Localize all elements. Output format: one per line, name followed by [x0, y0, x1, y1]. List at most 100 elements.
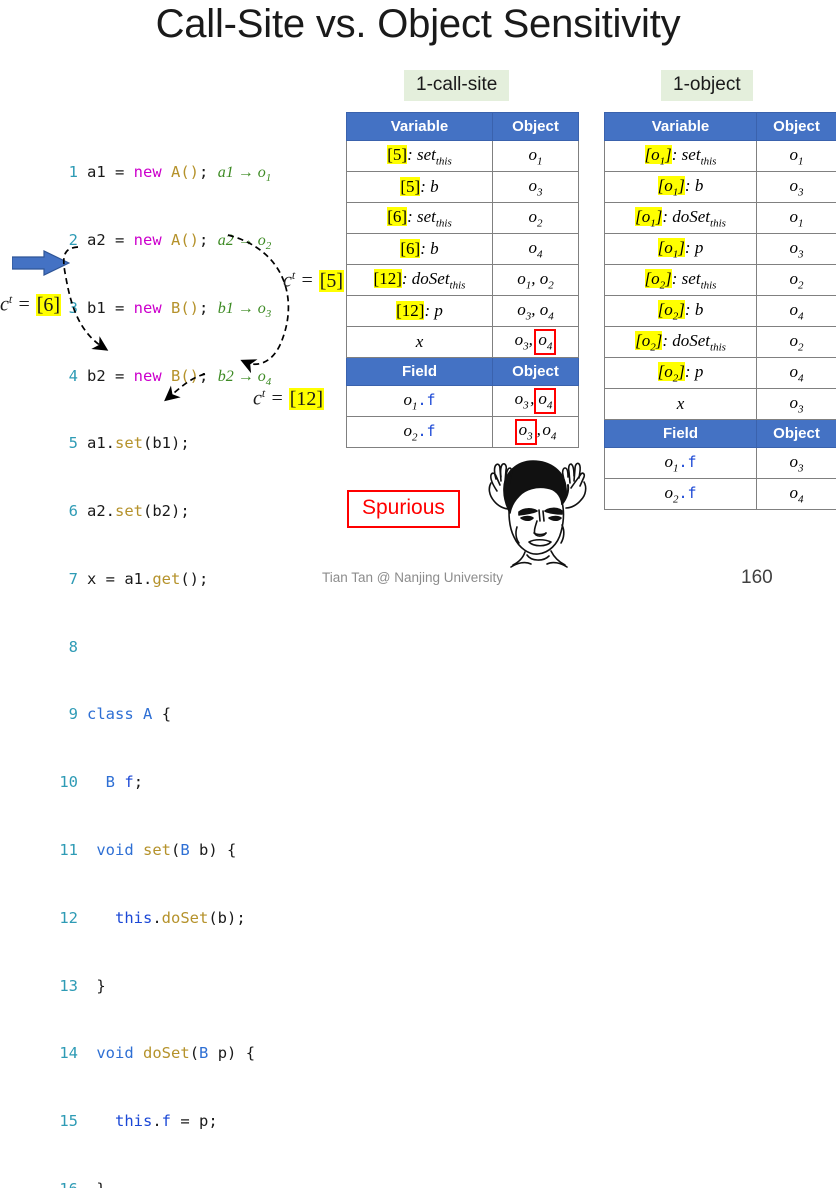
table-row: o2.f o4: [605, 479, 836, 510]
object-cell: o1: [757, 141, 836, 172]
field-cell: o2.f: [347, 417, 493, 448]
table-row: o2.f o3, o4: [347, 417, 579, 448]
column-header-object: Object: [757, 113, 836, 141]
variable-cell: x: [347, 327, 493, 358]
object-cell: o3: [757, 172, 836, 203]
spurious-highlight-box: o3: [515, 419, 537, 445]
context-annotation-12: ct = [12]: [253, 386, 324, 411]
object-cell: o3: [757, 234, 836, 265]
spurious-callout: Spurious: [347, 490, 460, 528]
variable-cell: [5]: b: [347, 172, 493, 203]
object-cell: o3: [757, 448, 836, 479]
table-row: [12]: doSetthis o1, o2: [347, 265, 579, 296]
call-site-pointer-table: Variable Object [5]: setthis o1 [5]: b o…: [346, 112, 579, 448]
code-listing: 1a1 = new A(); a1 → o1 2a2 = new A(); a2…: [54, 116, 271, 1188]
table-row: [o2]: doSetthis o2: [605, 327, 836, 358]
variable-cell: [12]: p: [347, 296, 493, 327]
caption-1-call-site: 1-call-site: [404, 70, 509, 101]
column-header-field: Field: [605, 420, 757, 448]
object-cell: o2: [493, 203, 579, 234]
table-row: [o2]: p o4: [605, 358, 836, 389]
variable-cell: [o2]: p: [605, 358, 757, 389]
variable-cell: [o2]: setthis: [605, 265, 757, 296]
object-cell: o2: [757, 265, 836, 296]
field-cell: o1.f: [605, 448, 757, 479]
field-cell: o2.f: [605, 479, 757, 510]
table-header-row: Field Object: [605, 420, 836, 448]
table-row: [5]: setthis o1: [347, 141, 579, 172]
code-line: 6a2.set(b2);: [54, 500, 271, 523]
code-line: 1a1 = new A(); a1 → o1: [54, 161, 271, 184]
object-cell: o3: [493, 172, 579, 203]
frustrated-face-meme-image: [467, 455, 595, 580]
field-cell: o1.f: [347, 386, 493, 417]
spurious-highlight-box: o4: [534, 388, 556, 414]
code-line: 9class A {: [54, 703, 271, 726]
code-line: 11 void set(B b) {: [54, 839, 271, 862]
column-header-variable: Variable: [605, 113, 757, 141]
table-header-row: Variable Object: [605, 113, 836, 141]
code-line: 10 B f;: [54, 771, 271, 794]
code-line: 5a1.set(b1);: [54, 432, 271, 455]
caption-1-object: 1-object: [661, 70, 753, 101]
column-header-variable: Variable: [347, 113, 493, 141]
object-cell: o2: [757, 327, 836, 358]
object-cell: o4: [493, 234, 579, 265]
table-header-row: Variable Object: [347, 113, 579, 141]
table-row: [o1]: p o3: [605, 234, 836, 265]
object-cell: o4: [757, 479, 836, 510]
footer-attribution: Tian Tan @ Nanjing University: [322, 570, 503, 585]
code-line: 12 this.doSet(b);: [54, 907, 271, 930]
code-line: 16 }: [54, 1178, 271, 1188]
code-line: 2a2 = new A(); a2 → o2: [54, 229, 271, 252]
variable-cell: [o1]: p: [605, 234, 757, 265]
code-line: 4b2 = new B(); b2 → o4: [54, 365, 271, 388]
variable-cell: [6]: b: [347, 234, 493, 265]
context-annotation-5: ct = [5]: [283, 268, 344, 293]
object-cell: o1, o2: [493, 265, 579, 296]
table-header-row: Field Object: [347, 358, 579, 386]
table-row: o1.f o3: [605, 448, 836, 479]
table-row: [o1]: b o3: [605, 172, 836, 203]
object-cell: o4: [757, 358, 836, 389]
code-line: 8: [54, 636, 271, 659]
object-cell: o3, o4: [493, 417, 579, 448]
code-line: 3b1 = new B(); b1 → o3: [54, 297, 271, 320]
table-row: x o3, o4: [347, 327, 579, 358]
variable-cell: [o1]: b: [605, 172, 757, 203]
page-title: Call-Site vs. Object Sensitivity: [0, 2, 836, 47]
code-line: 7x = a1.get();: [54, 568, 271, 591]
table-row: [12]: p o3, o4: [347, 296, 579, 327]
table-row: x o3: [605, 389, 836, 420]
table-row: [6]: setthis o2: [347, 203, 579, 234]
object-cell: o3, o4: [493, 327, 579, 358]
object-cell: o3, o4: [493, 296, 579, 327]
variable-cell: [o1]: setthis: [605, 141, 757, 172]
code-line: 14 void doSet(B p) {: [54, 1042, 271, 1065]
variable-cell: [o2]: b: [605, 296, 757, 327]
variable-cell: [o2]: doSetthis: [605, 327, 757, 358]
column-header-object: Object: [493, 358, 579, 386]
variable-cell: [6]: setthis: [347, 203, 493, 234]
object-cell: o3: [757, 389, 836, 420]
object-cell: o4: [757, 296, 836, 327]
object-cell: o3 ,o4: [493, 386, 579, 417]
variable-cell: [5]: setthis: [347, 141, 493, 172]
object-cell: o1: [757, 203, 836, 234]
spurious-highlight-box: o4: [534, 329, 556, 355]
column-header-field: Field: [347, 358, 493, 386]
page-number: 160: [741, 567, 773, 589]
table-row: o1.f o3 ,o4: [347, 386, 579, 417]
slide-canvas: Call-Site vs. Object Sensitivity 1-call-…: [0, 0, 836, 594]
table-row: [o2]: b o4: [605, 296, 836, 327]
table-row: [5]: b o3: [347, 172, 579, 203]
column-header-object: Object: [757, 420, 836, 448]
variable-cell: [o1]: doSetthis: [605, 203, 757, 234]
variable-cell: [12]: doSetthis: [347, 265, 493, 296]
table-row: [o1]: setthis o1: [605, 141, 836, 172]
object-cell: o1: [493, 141, 579, 172]
code-line: 13 }: [54, 975, 271, 998]
table-row: [6]: b o4: [347, 234, 579, 265]
variable-cell: x: [605, 389, 757, 420]
table-row: [o2]: setthis o2: [605, 265, 836, 296]
